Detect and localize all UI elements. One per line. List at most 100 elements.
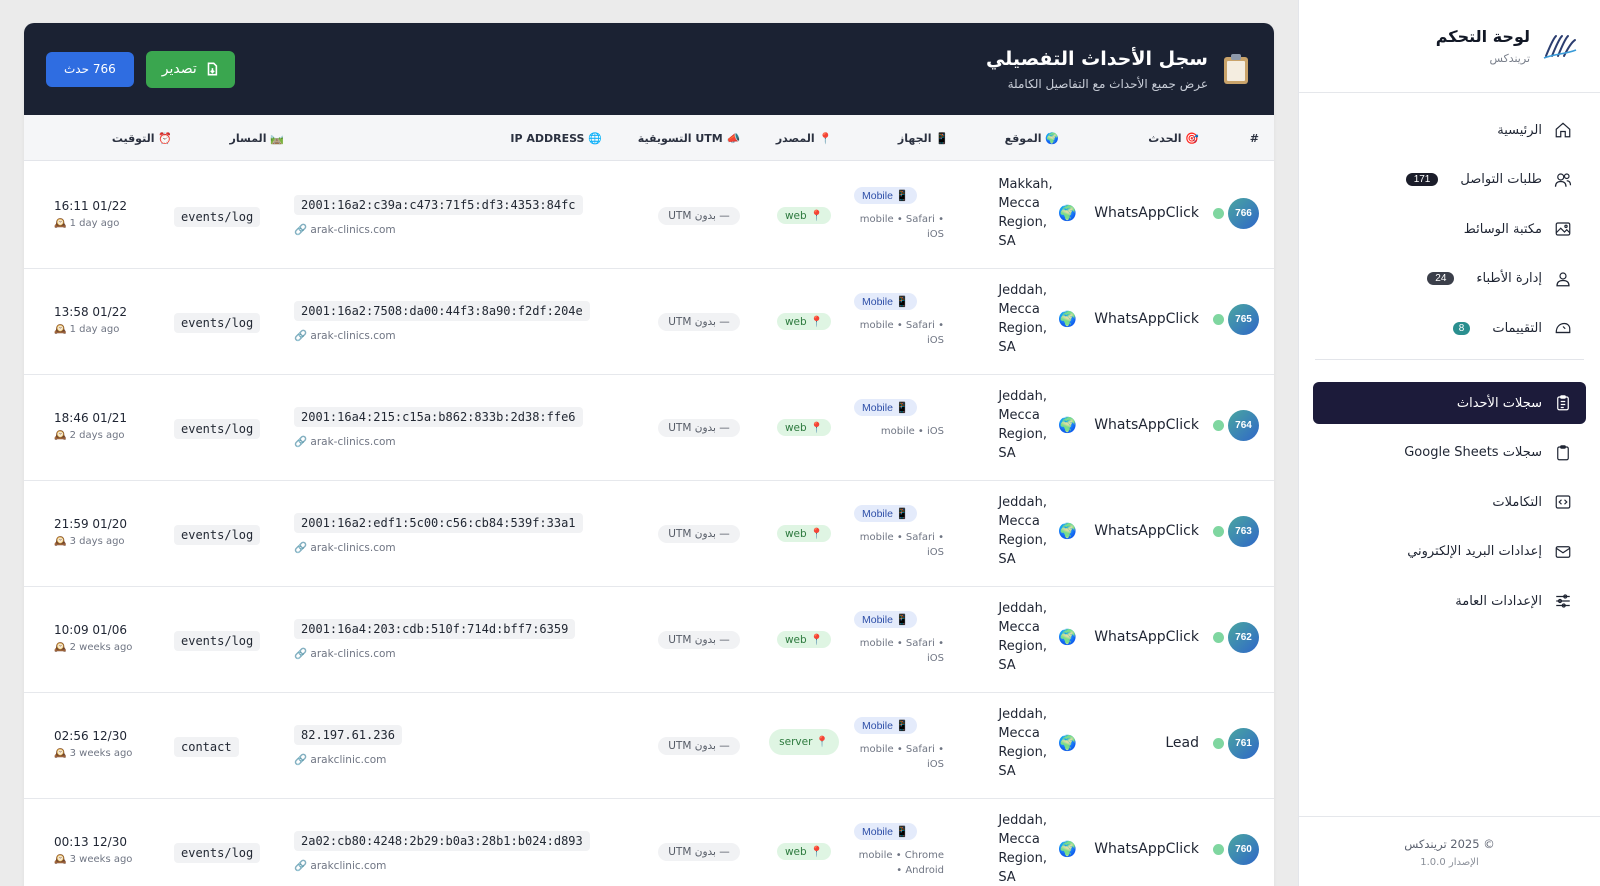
row-number-cell: 761 — [1227, 728, 1259, 759]
path-code: events/log — [174, 631, 261, 651]
event-name[interactable]: WhatsAppClick — [1079, 629, 1224, 645]
event-name[interactable]: WhatsAppClick — [1079, 841, 1224, 857]
timestamp: 16:11 01/22 — [54, 199, 127, 213]
sidebar-item-doctors[interactable]: إدارة الأطباء 24 — [1313, 258, 1586, 300]
sidebar-item-media-library[interactable]: مكتبة الوسائط — [1313, 208, 1586, 250]
col-header-source[interactable]: 📍 المصدر — [764, 115, 844, 161]
clipboard-icon — [1557, 395, 1569, 411]
sidebar-item-event-logs[interactable]: سجلات الأحداث — [1313, 382, 1586, 424]
col-header-path[interactable]: 🛤️ المسار — [174, 115, 284, 161]
sidebar-item-google-sheets[interactable]: سجلات Google Sheets — [1313, 432, 1586, 474]
path-cell: events/log — [174, 525, 284, 545]
ip-address[interactable]: 82.197.61.236 — [294, 725, 402, 745]
sidebar-item-general-settings[interactable]: الإعدادات العامة — [1313, 580, 1586, 622]
device-badge: Mobile 📱 — [854, 293, 917, 310]
event-name[interactable]: Lead — [1079, 735, 1224, 751]
table-row[interactable]: 766 WhatsAppClick 🌍 Makkah, Mecca Region, S… — [24, 161, 1274, 269]
device-badge: Mobile 📱 — [854, 505, 917, 522]
mail-icon — [1555, 545, 1571, 558]
host-link[interactable]: 🔗 arak-clinics.com — [294, 541, 396, 554]
location: 🌍 Jeddah, Mecca Region, SA — [984, 599, 1077, 675]
location-cell: 🌍 Jeddah, Mecca Region, SA — [984, 493, 1077, 569]
ip-address[interactable]: 2001:16a2:c39a:c473:71f5:df3:4353:84fc — [294, 195, 583, 215]
ip-address[interactable]: 2001:16a4:203:cdb:510f:714d:bff7:6359 — [294, 619, 576, 639]
ip-cell: 2001:16a2:c39a:c473:71f5:df3:4353:84fc 🔗 … — [294, 195, 604, 236]
table-row[interactable]: 763 WhatsAppClick 🌍 Jeddah, Mecca Region, S… — [24, 479, 1274, 587]
path-code: events/log — [174, 313, 261, 333]
status-dot — [1213, 313, 1224, 325]
row-number-badge: 766 — [1228, 198, 1259, 229]
host-link[interactable]: 🔗 arak-clinics.com — [294, 329, 396, 342]
header-actions: تصدير 766 حدث — [46, 50, 235, 88]
sidebar-item-home[interactable]: الرئيسية — [1313, 109, 1586, 151]
globe-icon: 🌍 — [1058, 522, 1077, 540]
timestamp: 18:46 01/21 — [54, 411, 127, 425]
row-number-cell: 762 — [1227, 622, 1259, 653]
device-details: mobile • Safari • iOS — [859, 532, 944, 558]
host-link[interactable]: 🔗 arakclinic.com — [294, 753, 386, 766]
sidebar-item-integrations[interactable]: التكاملات — [1313, 481, 1586, 523]
event-label: Lead — [1165, 735, 1199, 751]
device-badge: Mobile 📱 — [854, 717, 917, 734]
relative-time: 🕰️ 1 day ago — [54, 218, 120, 229]
table-row[interactable]: 765 WhatsAppClick 🌍 Jeddah, Mecca Region, S… — [24, 267, 1274, 375]
col-header-location[interactable]: 🌍 الموقع — [984, 115, 1059, 161]
sidebar-item-ratings[interactable]: التقييمات 8 — [1313, 307, 1586, 349]
ip-cell: 2001:16a4:203:cdb:510f:714d:bff7:6359 🔗 a… — [294, 619, 604, 660]
host-link[interactable]: 🔗 arakclinic.com — [294, 859, 386, 872]
location: 🌍 Makkah, Mecca Region, SA — [984, 175, 1077, 251]
col-header-ip[interactable]: 🌐 IP ADDRESS — [324, 115, 602, 161]
source-badge: 📍 web — [776, 525, 832, 542]
table-row[interactable]: 764 WhatsAppClick 🌍 Jeddah, Mecca Region, S… — [24, 373, 1274, 481]
page-title: سجل الأحداث التفصيلي — [985, 47, 1208, 70]
sidebar-item-label: التقييمات — [1492, 320, 1542, 336]
globe-icon: 🌍 — [1058, 840, 1077, 858]
device-cell: Mobile 📱 mobile • iOS — [854, 399, 974, 439]
row-number-cell: 763 — [1227, 516, 1259, 547]
col-header-utm[interactable]: 📣 UTM التسويقية — [624, 115, 754, 161]
table-row[interactable]: 762 WhatsAppClick 🌍 Jeddah, Mecca Region, S… — [24, 585, 1274, 693]
col-header-device[interactable]: 📱 الجهاز — [854, 115, 949, 161]
ip-address[interactable]: 2a02:cb80:4248:2b29:b0a3:28b1:b024:d893 — [294, 831, 590, 851]
relative-time: 🕰️ 2 days ago — [54, 430, 125, 441]
timestamp: 00:13 12/30 — [54, 835, 127, 849]
event-label: WhatsAppClick — [1094, 841, 1199, 857]
table-row[interactable]: 761 Lead 🌍 Jeddah, Mecca Region, SA Mobile 📱… — [24, 691, 1274, 799]
table-row[interactable]: 760 WhatsAppClick 🌍 Jeddah, Mecca Region, S… — [24, 797, 1274, 886]
event-name[interactable]: WhatsAppClick — [1079, 523, 1224, 539]
col-header-event[interactable]: 🎯 الحدث — [1079, 115, 1199, 161]
event-name[interactable]: WhatsAppClick — [1079, 417, 1224, 433]
event-count-button[interactable]: 766 حدث — [46, 51, 134, 87]
host-link[interactable]: 🔗 arak-clinics.com — [294, 647, 396, 660]
host-link[interactable]: 🔗 arak-clinics.com — [294, 435, 396, 448]
sidebar-item-email-settings[interactable]: إعدادات البريد الإلكتروني — [1313, 531, 1586, 573]
globe-icon: 🌍 — [1058, 204, 1077, 222]
event-name[interactable]: WhatsAppClick — [1079, 311, 1224, 327]
file-export-icon — [207, 62, 217, 76]
ip-address[interactable]: 2001:16a4:215:c15a:b862:833b:2d38:ffe6 — [294, 407, 583, 427]
location-cell: 🌍 Makkah, Mecca Region, SA — [984, 175, 1077, 251]
event-name[interactable]: WhatsAppClick — [1079, 205, 1224, 221]
sidebar-item-label: الرئيسية — [1497, 122, 1542, 138]
row-number-badge: 761 — [1228, 728, 1259, 759]
device-details: mobile • Safari • iOS — [859, 744, 944, 770]
location-text: Jeddah, Mecca Region, SA — [998, 495, 1047, 567]
col-header-time[interactable]: ⏰ التوقيت — [54, 115, 172, 161]
source-badge: 📍 web — [776, 207, 832, 224]
event-cell: WhatsAppClick — [1079, 417, 1224, 433]
row-number-badge: 765 — [1228, 304, 1259, 335]
export-label: تصدير — [161, 61, 197, 77]
brand[interactable]: لوحة التحكم تريندكس — [1299, 0, 1600, 93]
ip-address[interactable]: 2001:16a2:edf1:5c00:c56:cb84:539f:33a1 — [294, 513, 583, 533]
time-cell: 21:59 01/20 🕰️ 3 days ago — [54, 517, 172, 547]
location: 🌍 Jeddah, Mecca Region, SA — [984, 281, 1077, 357]
relative-time: 🕰️ 1 day ago — [54, 324, 120, 335]
globe-icon: 🌍 — [1058, 734, 1077, 752]
sidebar-item-contact-requests[interactable]: طلبات التواصل 171 — [1313, 159, 1586, 201]
ip-address[interactable]: 2001:16a2:7508:da00:44f3:8a90:f2df:204e — [294, 301, 590, 321]
path-code: events/log — [174, 843, 261, 863]
export-button[interactable]: تصدير — [145, 50, 235, 88]
row-number-badge: 764 — [1228, 410, 1259, 441]
host-link[interactable]: 🔗 arak-clinics.com — [294, 223, 396, 236]
col-header-num[interactable]: # — [1227, 115, 1259, 161]
